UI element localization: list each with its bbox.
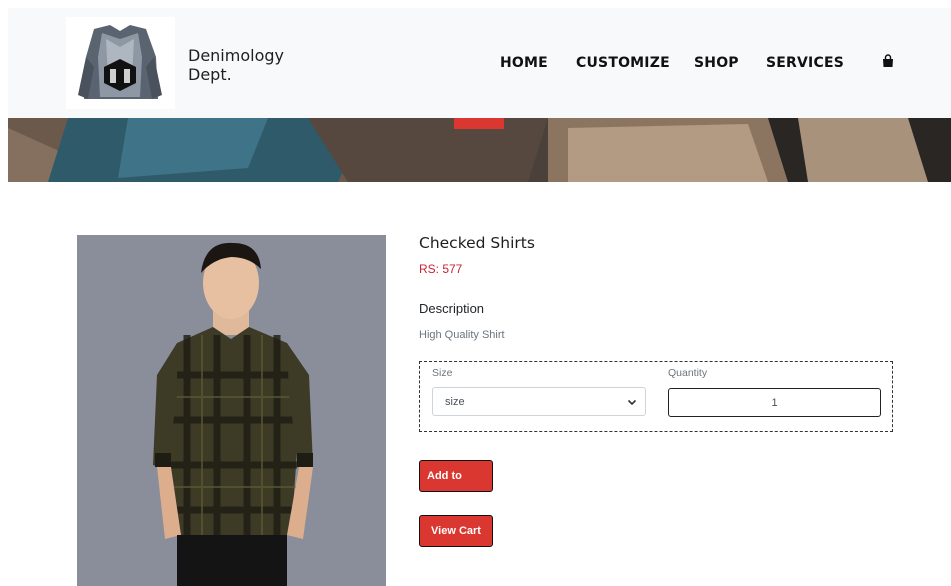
description-heading: Description [419,301,485,316]
brand-name-line1: Denimology [188,46,284,65]
banner-clothes-image [8,118,951,182]
brand-name[interactable]: Denimology Dept. [188,46,328,84]
quantity-input[interactable]: 1 [668,388,881,417]
nav-home[interactable]: HOME [500,55,548,71]
product-title: Checked Shirts [419,234,535,252]
nav-shop[interactable]: SHOP [694,55,739,71]
nav-customize[interactable]: CUSTOMIZE [576,55,670,71]
hero-banner-image [8,118,951,182]
product-image [77,235,386,586]
view-cart-button[interactable]: View Cart [419,515,493,547]
quantity-value: 1 [771,397,778,409]
navbar: Denimology Dept. HOME CUSTOMIZE SHOP SER… [8,8,951,118]
description-text: High Quality Shirt [419,329,505,341]
add-to-cart-button[interactable]: Add to Cart [419,460,493,512]
size-select[interactable]: size [432,387,646,416]
product-options-box: Size Quantity size 1 [419,361,893,432]
chevron-down-icon [627,399,637,406]
shopping-bag-icon[interactable] [882,54,894,68]
nav-services[interactable]: SERVICES [766,55,844,71]
brand-name-line2: Dept. [188,65,232,84]
size-select-value: size [445,396,465,408]
brand-logo[interactable] [66,17,175,109]
quantity-label: Quantity [668,367,708,379]
size-label: Size [432,367,453,379]
jacket-logo-image [66,17,175,109]
product-price: RS: 577 [419,262,463,276]
model-checked-shirt-image [77,235,386,586]
